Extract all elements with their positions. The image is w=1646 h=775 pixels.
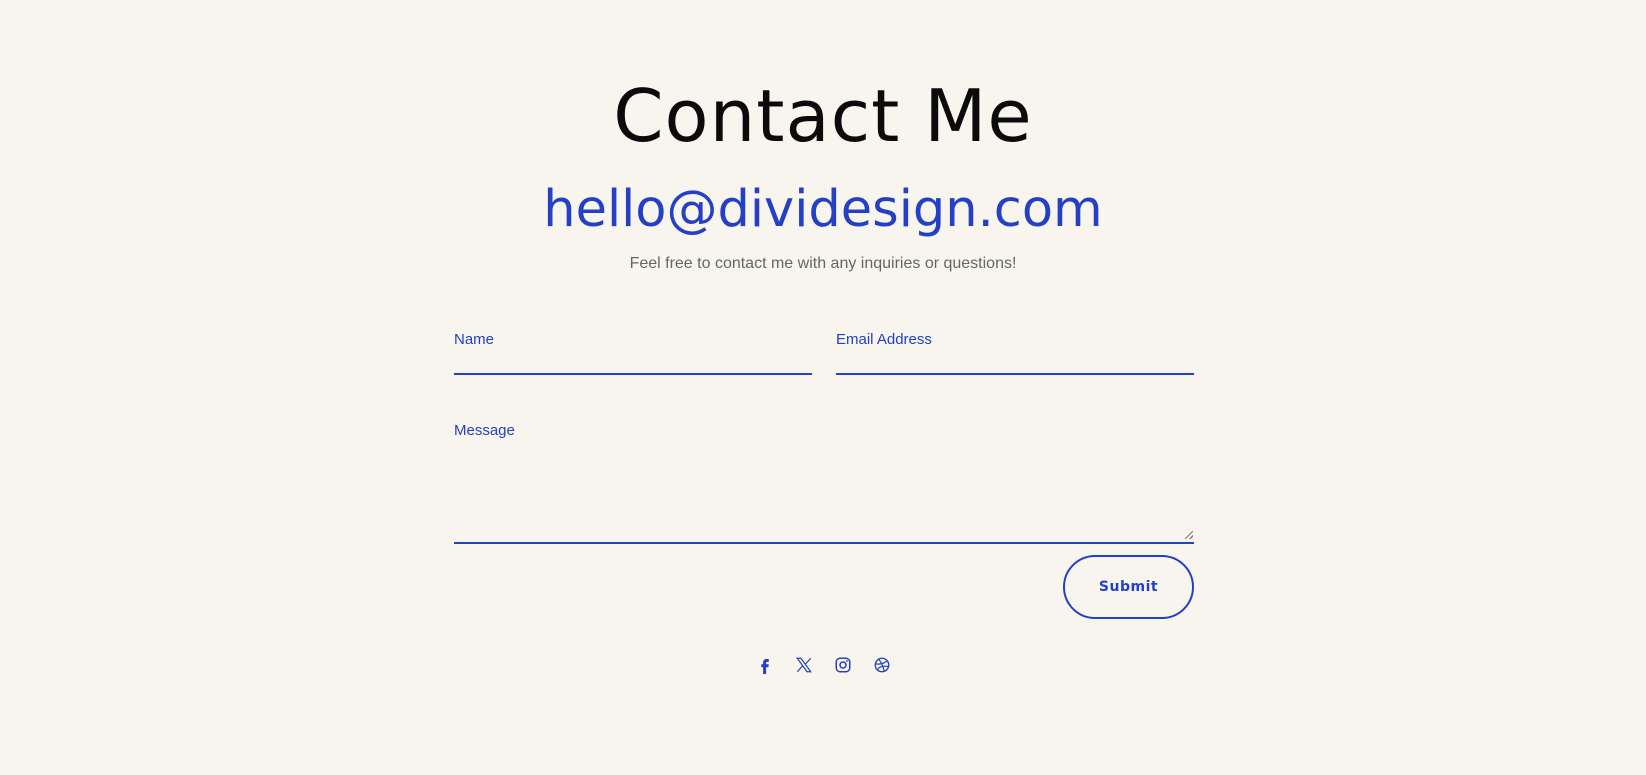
- dribbble-icon: [874, 657, 890, 673]
- name-field[interactable]: Name: [454, 330, 812, 375]
- contact-email-link[interactable]: hello@dividesign.com: [0, 178, 1646, 242]
- page-title: Contact Me: [613, 74, 1033, 158]
- facebook-icon: [761, 659, 769, 674]
- message-field[interactable]: Message: [454, 421, 1194, 544]
- x-twitter-link[interactable]: [793, 654, 815, 676]
- submit-button[interactable]: Submit: [1063, 555, 1194, 619]
- dribbble-link[interactable]: [871, 654, 893, 676]
- name-field-label: Name: [454, 331, 495, 348]
- email-address-field-label: Email Address: [836, 331, 932, 348]
- x-twitter-icon: [796, 657, 812, 673]
- resize-handle-icon[interactable]: [1185, 531, 1193, 539]
- facebook-link[interactable]: [754, 654, 776, 676]
- instagram-link[interactable]: [832, 654, 854, 676]
- instagram-icon: [835, 657, 851, 673]
- email-address-field[interactable]: Email Address: [836, 330, 1194, 375]
- intro-text: Feel free to contact me with any inquiri…: [629, 255, 1017, 272]
- message-field-label: Message: [454, 422, 515, 439]
